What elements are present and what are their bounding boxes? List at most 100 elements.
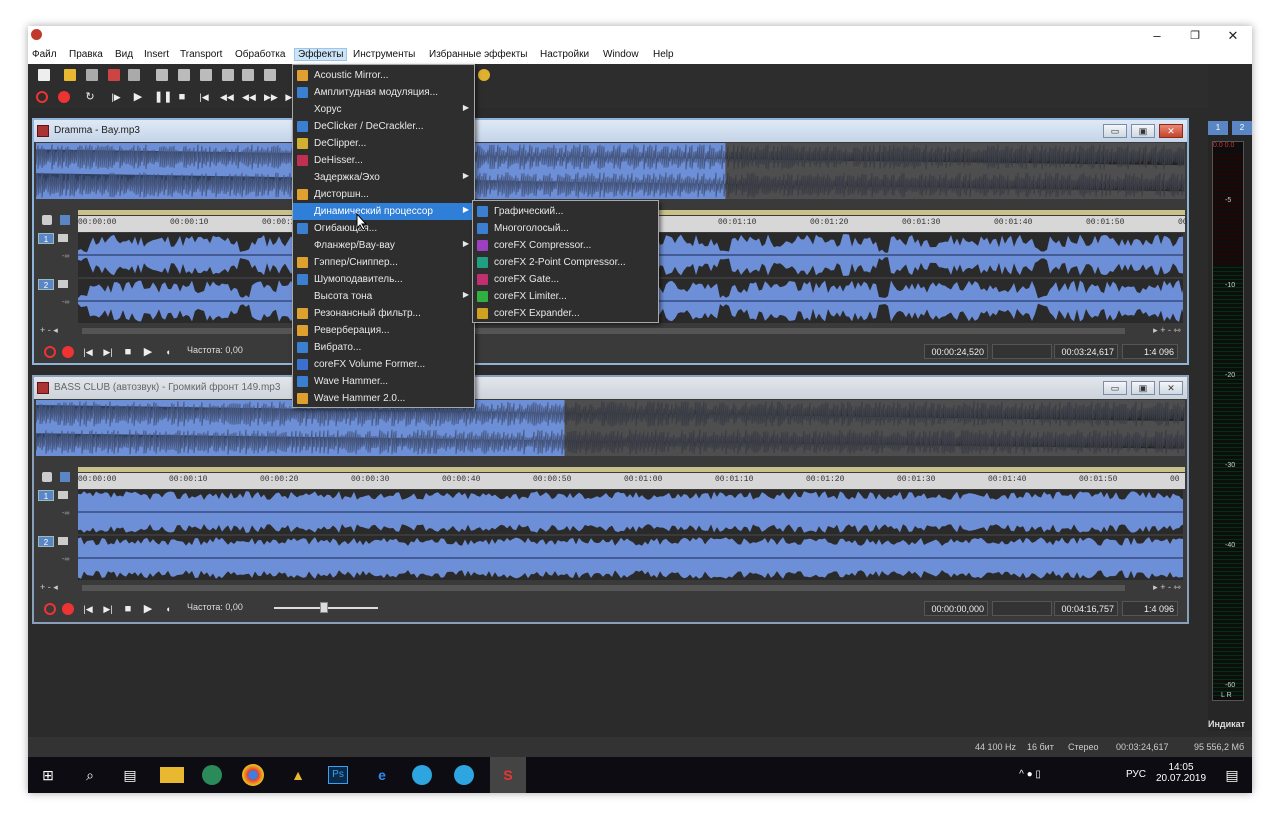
save-icon[interactable] [86, 69, 98, 81]
doc1-hscroll[interactable] [82, 328, 1125, 334]
doc2-record-icon[interactable] [62, 603, 74, 615]
save-all-icon[interactable] [128, 69, 140, 81]
doc2-ch1-button[interactable]: 1 [38, 490, 54, 501]
doc2-stop-icon[interactable]: ■ [122, 603, 134, 615]
effects-menu-item[interactable]: Огибающая... [293, 220, 474, 237]
doc1-maximize-button[interactable]: ▣ [1131, 124, 1155, 138]
mix-icon[interactable] [242, 69, 254, 81]
photoshop-icon[interactable]: Ps [328, 766, 348, 784]
telegram-icon[interactable] [412, 765, 432, 785]
effects-menu-item[interactable]: coreFX Volume Former... [293, 356, 474, 373]
menu-window[interactable]: Window [603, 49, 639, 60]
effects-menu-item[interactable]: Высота тона ▶ [293, 288, 474, 305]
effects-menu-item[interactable]: DeHisser... [293, 152, 474, 169]
doc2-zoom-out-icon[interactable]: ▸ + - ⇿ [1153, 582, 1181, 593]
doc2-rate-slider-thumb[interactable] [320, 602, 328, 613]
doc1-overview[interactable] [36, 143, 1185, 199]
effects-menu-item[interactable]: Wave Hammer... [293, 373, 474, 390]
snap-icon[interactable] [60, 215, 70, 225]
language-indicator[interactable]: РУС [1122, 763, 1150, 787]
stop-icon[interactable]: ■ [176, 91, 188, 103]
menu-view[interactable]: Вид [115, 49, 133, 60]
doc1-go-end-icon[interactable]: ▶| [102, 346, 114, 358]
dynamics-submenu-item[interactable]: coreFX Gate... [473, 271, 658, 288]
menu-favorites[interactable]: Избранные эффекты [429, 49, 527, 60]
dynamics-submenu-item[interactable]: Графический... [473, 203, 658, 220]
status-bit-depth[interactable]: 16 бит [1027, 742, 1054, 752]
menu-edit[interactable]: Правка [69, 49, 103, 60]
tray-icons[interactable]: ^ ● ▯ ▭ ◁) [1018, 763, 1042, 787]
restore-button[interactable]: ❐ [1176, 26, 1214, 46]
prev-marker-icon[interactable]: ◀◀ [220, 91, 234, 103]
doc2-length[interactable]: 00:04:16,757 [1054, 601, 1118, 616]
snap-icon[interactable] [60, 472, 70, 482]
open-folder-icon[interactable] [64, 69, 76, 81]
crop-icon[interactable] [264, 69, 276, 81]
doc2-ch2-button[interactable]: 2 [38, 536, 54, 547]
doc1-minimize-button[interactable]: ▭ [1103, 124, 1127, 138]
effects-menu-item[interactable]: Хорус ▶ [293, 101, 474, 118]
doc1-scrub-icon[interactable]: ◖ [162, 346, 174, 358]
doc2-ch1-mute-icon[interactable] [58, 491, 68, 499]
status-sample-rate[interactable]: 44 100 Hz [975, 742, 1016, 752]
effects-menu-item[interactable]: Динамический процессор ▶ [293, 203, 474, 220]
doc2-selection-end[interactable] [992, 601, 1052, 616]
menu-tools[interactable]: Инструменты [353, 49, 415, 60]
doc1-zoom-out-icon[interactable]: ▸ + - ⇿ [1153, 325, 1181, 336]
record-arm-icon[interactable] [36, 91, 48, 103]
doc1-ch2-mute-icon[interactable] [58, 280, 68, 288]
doc1-ch1-button[interactable]: 1 [38, 233, 54, 244]
doc1-ch2-button[interactable]: 2 [38, 279, 54, 290]
doc2-maximize-button[interactable]: ▣ [1131, 381, 1155, 395]
menu-transport[interactable]: Transport [180, 49, 222, 60]
dynamics-submenu-item[interactable]: coreFX 2-Point Compressor... [473, 254, 658, 271]
doc1-length[interactable]: 00:03:24,617 [1054, 344, 1118, 359]
rewind-icon[interactable]: ◀◀ [242, 91, 256, 103]
pause-icon[interactable]: ❚❚ [154, 91, 172, 103]
meter-tab-2[interactable]: 2 [1232, 121, 1252, 135]
lock-icon[interactable] [42, 472, 52, 482]
app-icon-green[interactable] [202, 765, 222, 785]
doc1-stop-icon[interactable]: ■ [122, 346, 134, 358]
doc1-record-arm-icon[interactable] [44, 346, 56, 358]
dynamics-submenu-item[interactable]: Многоголосый... [473, 220, 658, 237]
sound-forge-taskbar-icon[interactable]: S [490, 757, 526, 793]
doc1-selection-start[interactable]: 00:00:24,520 [924, 344, 988, 359]
effects-menu-item[interactable]: Реверберация... [293, 322, 474, 339]
effects-menu-item[interactable]: Амплитудная модуляция... [293, 84, 474, 101]
play-icon[interactable]: ▶ [132, 91, 144, 103]
new-file-icon[interactable] [38, 69, 50, 81]
dynamics-submenu-item[interactable]: coreFX Limiter... [473, 288, 658, 305]
doc2-close-button[interactable]: ✕ [1159, 381, 1183, 395]
clock[interactable]: 14:05 20.07.2019 [1156, 762, 1206, 784]
play-all-icon[interactable]: |▶ [110, 91, 122, 103]
close-button[interactable]: ✕ [1214, 26, 1252, 46]
effects-menu-item[interactable]: DeClicker / DeCrackler... [293, 118, 474, 135]
effects-menu-item[interactable]: Wave Hammer 2.0... [293, 390, 474, 407]
status-channels[interactable]: Стерео [1068, 742, 1099, 752]
paste-icon[interactable] [200, 69, 212, 81]
effects-menu-item[interactable]: Вибрато... [293, 339, 474, 356]
doc2-zoom-in-icon[interactable]: + - ◂ [40, 582, 58, 593]
effects-menu-item[interactable]: DeClipper... [293, 135, 474, 152]
cut-icon[interactable] [156, 69, 168, 81]
effects-menu-item[interactable]: Резонансный фильтр... [293, 305, 474, 322]
doc1-record-icon[interactable] [62, 346, 74, 358]
menu-file[interactable]: Файл [32, 49, 57, 60]
effects-menu-item[interactable]: Гэппер/Сниппер... [293, 254, 474, 271]
save-as-icon[interactable] [108, 69, 120, 81]
loop-icon[interactable]: ↻ [84, 91, 96, 103]
doc2-scrub-icon[interactable]: ◖ [162, 603, 174, 615]
effects-menu-item[interactable]: Acoustic Mirror... [293, 67, 474, 84]
doc2-go-end-icon[interactable]: ▶| [102, 603, 114, 615]
lock-icon[interactable] [42, 215, 52, 225]
doc1-go-start-icon[interactable]: |◀ [82, 346, 94, 358]
doc1-selection-end[interactable] [992, 344, 1052, 359]
dynamics-submenu-item[interactable]: coreFX Expander... [473, 305, 658, 322]
forward-icon[interactable]: ▶▶ [264, 91, 278, 103]
doc2-record-arm-icon[interactable] [44, 603, 56, 615]
triangle-app-icon[interactable]: ▲ [286, 763, 310, 787]
doc2-hscroll[interactable] [82, 585, 1125, 591]
doc2-ch2-waveform[interactable] [78, 536, 1183, 580]
doc1-close-button[interactable]: ✕ [1159, 124, 1183, 138]
